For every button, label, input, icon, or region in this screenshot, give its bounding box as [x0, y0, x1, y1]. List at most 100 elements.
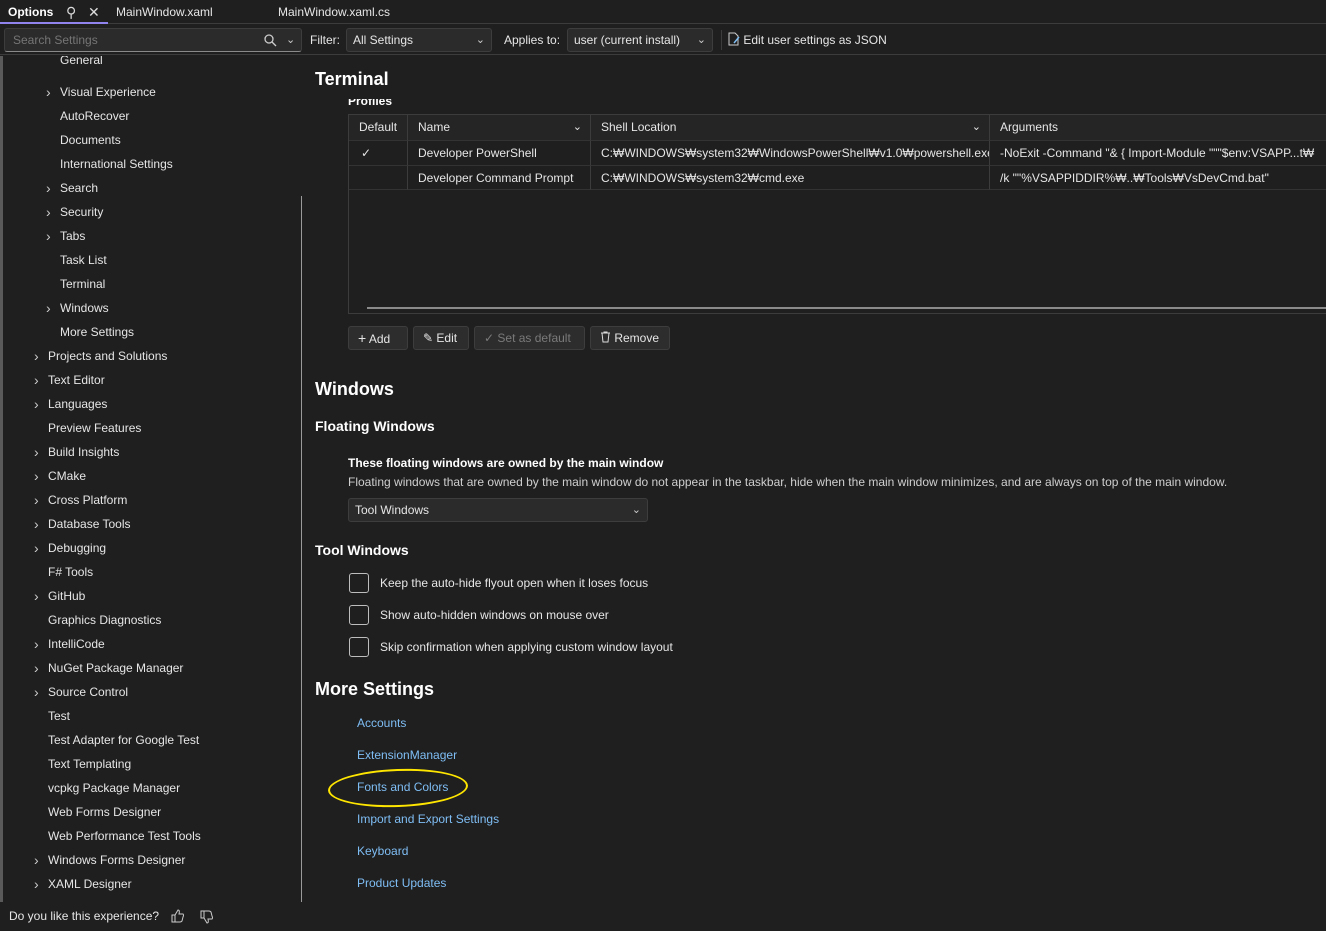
highlight-circle	[327, 766, 469, 810]
tab-options[interactable]: Options ⚲ ✕	[0, 0, 108, 24]
sidebar-item-test-adapter-for-google-test[interactable]: Test Adapter for Google Test	[48, 728, 199, 752]
sidebar-item-cross-platform[interactable]: › Cross Platform	[34, 488, 127, 512]
chevron-right-icon[interactable]: ›	[34, 656, 39, 680]
chevron-right-icon[interactable]: ›	[34, 464, 39, 488]
sidebar-item-windows-forms-designer[interactable]: › Windows Forms Designer	[34, 848, 185, 872]
chevron-right-icon[interactable]: ›	[46, 80, 51, 104]
floating-windows-title: These floating windows are owned by the …	[348, 456, 664, 470]
sidebar-item-intellicode[interactable]: › IntelliCode	[34, 632, 105, 656]
sidebar-item-windows[interactable]: › Windows	[46, 296, 109, 320]
chevron-right-icon[interactable]: ›	[34, 632, 39, 656]
chevron-right-icon[interactable]: ›	[34, 344, 39, 368]
chevron-right-icon[interactable]: ›	[46, 296, 51, 320]
sidebar-item-terminal[interactable]: Terminal	[60, 272, 105, 296]
sidebar-item-projects-and-solutions[interactable]: › Projects and Solutions	[34, 344, 167, 368]
sidebar-item-autorecover[interactable]: AutoRecover	[60, 104, 129, 128]
sidebar-item-nuget-package-manager[interactable]: › NuGet Package Manager	[34, 656, 184, 680]
chevron-right-icon[interactable]: ›	[34, 872, 39, 896]
sidebar-item-graphics-diagnostics[interactable]: Graphics Diagnostics	[48, 608, 161, 632]
chevron-right-icon[interactable]: ›	[34, 680, 39, 704]
pin-icon[interactable]: ⚲	[66, 0, 76, 24]
sidebar-item-documents[interactable]: Documents	[60, 128, 121, 152]
add-profile-button[interactable]: + Add	[348, 326, 408, 350]
search-input[interactable]	[13, 33, 253, 47]
sidebar-item-xaml-designer[interactable]: › XAML Designer	[34, 872, 132, 896]
link-accounts[interactable]: Accounts	[357, 716, 406, 730]
sidebar-item-debugging[interactable]: › Debugging	[34, 536, 106, 560]
thumbs-down-icon[interactable]	[200, 910, 214, 924]
chevron-right-icon[interactable]: ›	[34, 392, 39, 416]
column-header-arguments[interactable]: Arguments	[990, 115, 1326, 140]
skip-confirmation-checkbox[interactable]	[349, 637, 369, 657]
auto-hidden-mouse-over-checkbox[interactable]	[349, 605, 369, 625]
windows-heading: Windows	[315, 379, 394, 399]
sidebar-item-security[interactable]: › Security	[46, 200, 103, 224]
chevron-right-icon[interactable]: ›	[34, 368, 39, 392]
column-header-default[interactable]: Default	[349, 115, 408, 140]
sidebar-item-search[interactable]: › Search	[46, 176, 98, 200]
chevron-right-icon[interactable]: ›	[34, 440, 39, 464]
sidebar-item-web-performance-test-tools[interactable]: Web Performance Test Tools	[48, 824, 201, 848]
search-icon[interactable]	[264, 34, 277, 47]
sidebar-item-task-list[interactable]: Task List	[60, 248, 107, 272]
floating-windows-dropdown[interactable]: Tool Windows ⌄	[348, 498, 648, 522]
sidebar-item-label: NuGet Package Manager	[48, 661, 184, 675]
sidebar-item-text-templating[interactable]: Text Templating	[48, 752, 131, 776]
sidebar-item-vcpkg-package-manager[interactable]: vcpkg Package Manager	[48, 776, 180, 800]
sidebar-item-web-forms-designer[interactable]: Web Forms Designer	[48, 800, 161, 824]
sidebar-item-database-tools[interactable]: › Database Tools	[34, 512, 131, 536]
close-icon[interactable]: ✕	[88, 0, 100, 24]
sidebar-item-label: vcpkg Package Manager	[48, 781, 181, 795]
column-header-shell-location[interactable]: Shell Location ⌄	[591, 115, 990, 140]
set-default-button[interactable]: ✓ Set as default	[474, 326, 585, 350]
link-product-updates[interactable]: Product Updates	[357, 876, 446, 890]
sidebar-item-test[interactable]: Test	[48, 704, 70, 728]
check-icon: ✓	[484, 331, 495, 345]
sidebar-item-source-control[interactable]: › Source Control	[34, 680, 128, 704]
sidebar-item-label: Build Insights	[48, 445, 120, 459]
column-header-name[interactable]: Name ⌄	[408, 115, 591, 140]
chevron-right-icon[interactable]: ›	[34, 584, 39, 608]
chevron-right-icon[interactable]: ›	[34, 848, 39, 872]
filter-value: All Settings	[353, 33, 414, 47]
search-settings-box[interactable]: ⌄	[4, 28, 302, 52]
filter-dropdown[interactable]: All Settings ⌄	[346, 28, 492, 52]
edit-profile-button[interactable]: ✎ Edit	[413, 326, 469, 350]
link-import-export-settings[interactable]: Import and Export Settings	[357, 812, 499, 826]
sidebar-item-general[interactable]: General	[60, 56, 103, 72]
chevron-right-icon[interactable]: ›	[34, 488, 39, 512]
thumbs-up-icon[interactable]	[171, 909, 185, 923]
applies-to-dropdown[interactable]: user (current install) ⌄	[567, 28, 713, 52]
link-keyboard[interactable]: Keyboard	[357, 844, 408, 858]
remove-profile-button[interactable]: Remove	[590, 326, 670, 350]
link-extension-manager[interactable]: ExtensionManager	[357, 748, 457, 762]
sidebar-item-more-settings[interactable]: More Settings	[60, 320, 134, 344]
tab-mainwindow-xaml-cs[interactable]: MainWindow.xaml.cs	[270, 0, 390, 24]
chevron-right-icon[interactable]: ›	[46, 224, 51, 248]
sidebar-item-github[interactable]: › GitHub	[34, 584, 85, 608]
chevron-down-icon[interactable]: ⌄	[286, 33, 295, 46]
chevron-right-icon[interactable]: ›	[34, 512, 39, 536]
sidebar-item-international-settings[interactable]: International Settings	[60, 152, 173, 176]
sidebar-item-build-insights[interactable]: › Build Insights	[34, 440, 120, 464]
grid-horizontal-scrollbar[interactable]	[367, 307, 1326, 309]
chevron-right-icon[interactable]: ›	[46, 176, 51, 200]
sidebar-item-text-editor[interactable]: › Text Editor	[34, 368, 105, 392]
chevron-down-icon: ⌄	[971, 121, 981, 133]
auto-hide-flyout-checkbox[interactable]	[349, 573, 369, 593]
sidebar-item-visual-experience[interactable]: › Visual Experience	[46, 80, 156, 104]
sidebar-item-tabs[interactable]: › Tabs	[46, 224, 85, 248]
sidebar-item-f-tools[interactable]: F# Tools	[48, 560, 93, 584]
chevron-right-icon[interactable]: ›	[34, 536, 39, 560]
tab-mainwindow-xaml[interactable]: MainWindow.xaml	[108, 0, 213, 24]
sidebar-item-cmake[interactable]: › CMake	[34, 464, 86, 488]
cell-name: Developer PowerShell	[408, 140, 591, 165]
sidebar-scrollbar[interactable]	[301, 196, 302, 902]
tab-label: MainWindow.xaml	[116, 5, 213, 19]
chevron-right-icon[interactable]: ›	[46, 200, 51, 224]
edit-json-link[interactable]: Edit user settings as JSON	[728, 32, 887, 47]
sidebar-item-preview-features[interactable]: Preview Features	[48, 416, 141, 440]
sidebar-item-label: IntelliCode	[48, 637, 105, 651]
sidebar-item-label: Preview Features	[48, 421, 142, 435]
sidebar-item-languages[interactable]: › Languages	[34, 392, 107, 416]
